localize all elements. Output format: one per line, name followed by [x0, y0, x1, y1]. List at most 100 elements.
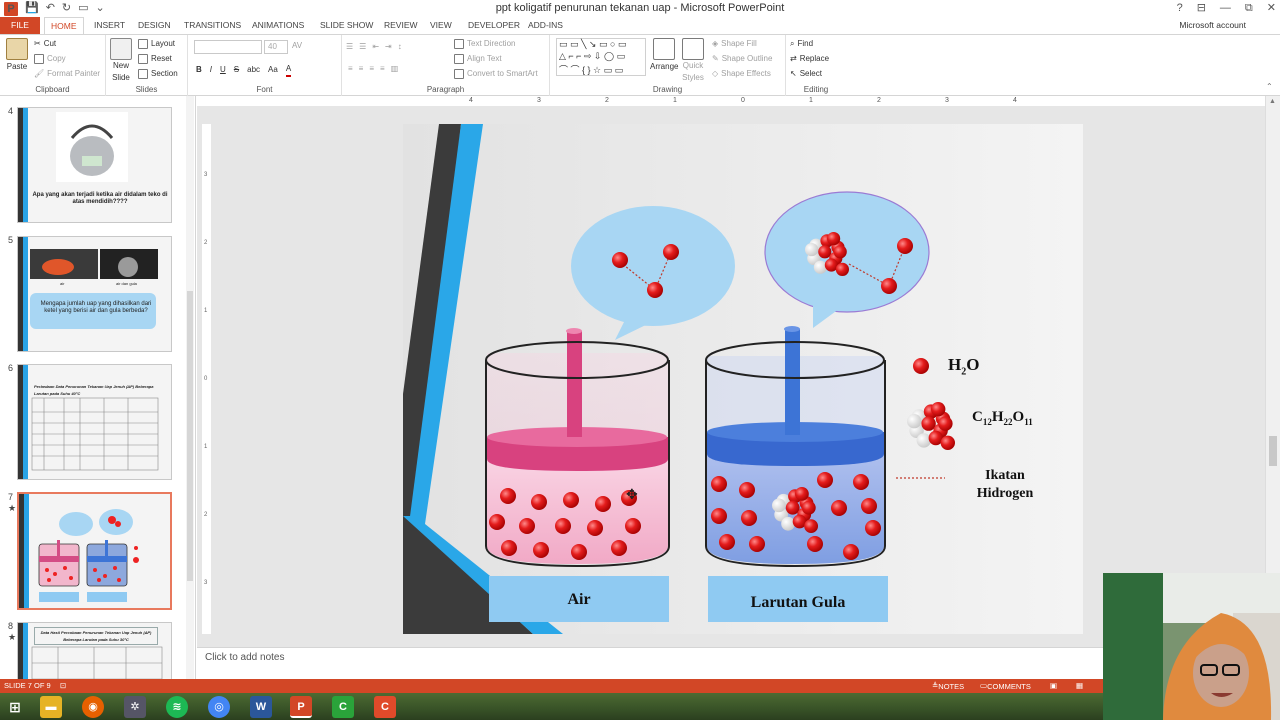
increase-indent-icon[interactable]: ⇥ [385, 41, 392, 53]
tab-file[interactable]: FILE [0, 17, 40, 34]
format-painter-button[interactable]: 🖌 Format Painter [34, 68, 100, 80]
label-sugar-solution[interactable]: Larutan Gula [708, 594, 888, 612]
layout-button[interactable]: Layout [138, 38, 175, 50]
shape-outline-button[interactable]: ✎ Shape Outline [712, 53, 772, 65]
undo-icon[interactable]: ↶ [46, 1, 55, 16]
water-molecule [861, 498, 877, 514]
paste-button[interactable]: Paste [6, 38, 28, 73]
slide-thumbnail-7[interactable] [17, 492, 172, 610]
shape-effects-button[interactable]: ◇ Shape Effects [712, 68, 771, 80]
columns-icon[interactable]: ▥ [391, 63, 399, 75]
scroll-up-icon[interactable]: ▲ [1269, 98, 1276, 105]
tab-add-ins[interactable]: ADD-INS [522, 17, 569, 34]
file-explorer-icon[interactable]: ▬ [40, 696, 62, 718]
camtasia-recorder-icon[interactable]: C [374, 696, 396, 718]
italic-button[interactable]: I [210, 64, 212, 76]
tab-transitions[interactable]: TRANSITIONS [178, 17, 247, 34]
close-icon[interactable]: ✕ [1267, 0, 1276, 16]
quick-styles-button[interactable]: Quick Styles [682, 38, 704, 84]
bold-button[interactable]: B [196, 64, 202, 76]
font-color-button[interactable]: A [285, 63, 292, 77]
line-spacing-icon[interactable]: ↕ [398, 41, 402, 53]
chrome-icon[interactable]: ◎ [208, 696, 230, 718]
reset-button[interactable]: Reset [138, 53, 172, 65]
account-name[interactable]: Microsoft account [1179, 17, 1246, 34]
start-from-beginning-icon[interactable]: ▭ [78, 1, 88, 16]
font-grow-shrink[interactable]: AV [292, 40, 302, 52]
notes-button[interactable]: ≜ NOTES [932, 680, 964, 692]
align-left-icon[interactable]: ≡ [348, 63, 353, 75]
slide-thumbnail-4[interactable]: Apa yang akan terjadi ketika air didalam… [17, 107, 172, 223]
ribbon-tabs: FILE HOME INSERT DESIGN TRANSITIONS ANIM… [0, 17, 1280, 34]
powerpoint-icon[interactable]: P [290, 696, 312, 718]
legend-hydrogen-bond[interactable]: Ikatan Hidrogen [963, 467, 1047, 503]
customize-qat-icon[interactable]: ⌄ [96, 1, 105, 16]
cut-button[interactable]: ✂ Cut [34, 38, 56, 50]
restore-icon[interactable]: ⧉ [1245, 0, 1253, 16]
find-button[interactable]: ⌕ Find [790, 38, 813, 50]
align-text-icon [454, 54, 464, 64]
new-slide-button[interactable]: New Slide [110, 38, 132, 84]
align-text-button[interactable]: Align Text [454, 53, 502, 65]
font-size-box[interactable]: 40 [264, 40, 288, 54]
font-name-box[interactable] [194, 40, 262, 54]
tab-animations[interactable]: ANIMATIONS [246, 17, 310, 34]
slide-canvas[interactable]: Air Larutan Gula H2O C12H22O11 Ikatan Hi… [403, 124, 1083, 634]
ribbon-display-icon[interactable]: ⊟ [1197, 0, 1206, 16]
copy-button[interactable]: Copy [34, 53, 66, 65]
justify-icon[interactable]: ≡ [380, 63, 385, 75]
label-water[interactable]: Air [489, 591, 669, 609]
tab-home[interactable]: HOME [44, 17, 84, 34]
legend-h2o[interactable]: H2O [948, 355, 979, 377]
select-button[interactable]: ↖ Select [790, 68, 822, 80]
tab-view[interactable]: VIEW [424, 17, 458, 34]
list-buttons: ☰ ☰ ⇤ ⇥ ↕ [346, 41, 402, 53]
thumbnail-caption: Mengapa jumlah uap yang dihasilkan dari … [40, 301, 152, 314]
save-icon[interactable]: 💾 [25, 1, 39, 16]
tab-slide-show[interactable]: SLIDE SHOW [314, 17, 379, 34]
tab-review[interactable]: REVIEW [378, 17, 424, 34]
collapse-ribbon-icon[interactable]: ⌃ [1266, 81, 1273, 93]
scroll-thumb[interactable] [187, 291, 193, 581]
slide-thumbnail-6[interactable]: Perbedaan Data Penurunan Tekanan Uap Jen… [17, 364, 172, 480]
help-icon[interactable]: ? [1177, 0, 1183, 16]
firefox-icon[interactable]: ◉ [82, 696, 104, 718]
tab-developer[interactable]: DEVELOPER [462, 17, 526, 34]
legend-sucrose[interactable]: C12H22O11 [972, 409, 1033, 427]
word-icon[interactable]: W [250, 696, 272, 718]
redo-icon[interactable]: ↻ [62, 1, 71, 16]
quick-access-toolbar: P 💾 ↶ ↻ ▭ ⌄ [4, 1, 105, 16]
tab-design[interactable]: DESIGN [132, 17, 177, 34]
character-spacing-button[interactable]: abc [247, 64, 260, 76]
bullets-icon[interactable]: ☰ [346, 41, 353, 53]
windows-logo-icon[interactable]: ⊞ [4, 696, 26, 718]
strikethrough-button[interactable]: S [234, 64, 239, 76]
camtasia-icon[interactable]: C [332, 696, 354, 718]
spellcheck-icon[interactable]: ⊡ [60, 680, 66, 692]
section-button[interactable]: Section [138, 68, 178, 80]
thumbnail-scrollbar[interactable] [186, 96, 194, 679]
align-right-icon[interactable]: ≡ [369, 63, 374, 75]
align-center-icon[interactable]: ≡ [359, 63, 364, 75]
shapes-gallery[interactable]: ▭ ▭ ╲ ↘ ▭ ○ ▭ △ ⌐ ⌐ ⇨ ⇩ ◯ ▭ ⌒ ⌒ { } ☆ ▭ … [556, 38, 646, 76]
smartart-button[interactable]: Convert to SmartArt [454, 68, 538, 80]
slide-thumbnail-8[interactable]: Data Hasil Percobaan Penurunan Tekanan U… [17, 622, 172, 679]
scroll-thumb[interactable] [1269, 436, 1277, 466]
change-case-button[interactable]: Aa [268, 64, 278, 76]
app-icon[interactable]: ✲ [124, 696, 146, 718]
slide-sorter-icon[interactable]: ▦ [1076, 680, 1083, 692]
decrease-indent-icon[interactable]: ⇤ [372, 41, 379, 53]
spotify-icon[interactable]: ≋ [166, 696, 188, 718]
slide-thumbnail-5[interactable]: air air dan gula Mengapa jumlah uap yang… [17, 236, 172, 352]
numbering-icon[interactable]: ☰ [359, 41, 366, 53]
normal-view-icon[interactable]: ▣ [1050, 680, 1057, 692]
shape-fill-button[interactable]: ◈ Shape Fill [712, 38, 757, 50]
comments-button[interactable]: ▭ COMMENTS [980, 680, 1031, 692]
text-direction-button[interactable]: Text Direction [454, 38, 515, 50]
water-molecule [519, 518, 535, 534]
minimize-icon[interactable]: — [1220, 0, 1231, 16]
tab-insert[interactable]: INSERT [88, 17, 131, 34]
replace-button[interactable]: ⇄ Replace [790, 53, 829, 65]
underline-button[interactable]: U [220, 64, 226, 76]
arrange-button[interactable]: Arrange [650, 38, 678, 73]
